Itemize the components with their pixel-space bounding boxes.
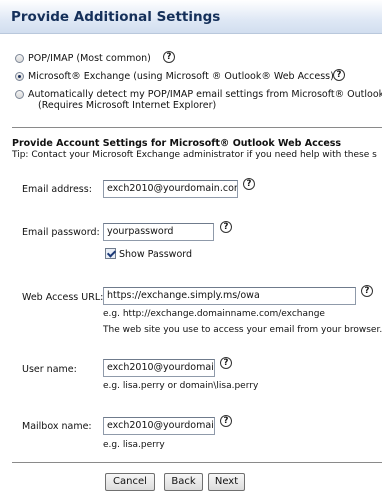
web-access-url-field[interactable]: https://exchange.simply.ms/owa (103, 287, 356, 305)
option-auto-detect-label: Automatically detect my POP/IMAP email s… (28, 89, 382, 100)
help-icon[interactable]: ? (220, 221, 232, 233)
help-icon[interactable]: ? (220, 415, 232, 427)
option-pop-imap-label: POP/IMAP (Most common) (28, 53, 151, 64)
user-name-example: e.g. lisa.perry or domain\lisa.perry (103, 381, 259, 391)
help-icon[interactable]: ? (163, 51, 175, 63)
back-button[interactable]: Back (164, 473, 203, 491)
page-title: Provide Additional Settings (11, 9, 221, 25)
user-name-field[interactable]: exch2010@yourdomain. (103, 359, 215, 377)
web-access-url-example: e.g. http://exchange.domainname.com/exch… (103, 309, 325, 319)
web-access-url-label: Web Access URL: (22, 292, 104, 303)
account-settings-tip: Tip: Contact your Microsoft Exchange adm… (12, 150, 377, 160)
help-icon[interactable]: ? (361, 285, 373, 297)
account-settings-title: Provide Account Settings for Microsoft® … (12, 138, 342, 149)
email-password-field[interactable]: yourpassword (103, 223, 214, 241)
option-exchange-label: Microsoft® Exchange (using Microsoft ® O… (28, 71, 334, 82)
web-access-url-description: The web site you use to access your emai… (103, 325, 382, 335)
mailbox-name-label: Mailbox name: (22, 421, 92, 432)
help-icon[interactable]: ? (220, 357, 232, 369)
email-password-label: Email password: (22, 227, 100, 238)
show-password-label: Show Password (119, 249, 193, 260)
dialog-header: Provide Additional Settings (0, 0, 382, 34)
next-button[interactable]: Next (208, 473, 245, 491)
help-icon[interactable]: ? (333, 69, 345, 81)
user-name-label: User name: (22, 364, 77, 375)
radio-auto-detect[interactable] (15, 90, 24, 99)
radio-exchange[interactable] (15, 72, 24, 81)
help-icon[interactable]: ? (243, 178, 255, 190)
email-address-field[interactable]: exch2010@yourdomain.com (103, 180, 238, 198)
option-auto-detect-note: (Requires Microsoft Internet Explorer) (38, 100, 217, 111)
email-address-label: Email address: (22, 184, 92, 195)
mailbox-name-field[interactable]: exch2010@yourdomain. (103, 417, 215, 435)
show-password-checkbox[interactable] (105, 248, 116, 259)
mailbox-name-example: e.g. lisa.perry (103, 440, 165, 450)
divider (12, 127, 382, 128)
radio-pop-imap[interactable] (15, 54, 24, 63)
cancel-button[interactable]: Cancel (105, 473, 155, 491)
divider (12, 462, 382, 463)
